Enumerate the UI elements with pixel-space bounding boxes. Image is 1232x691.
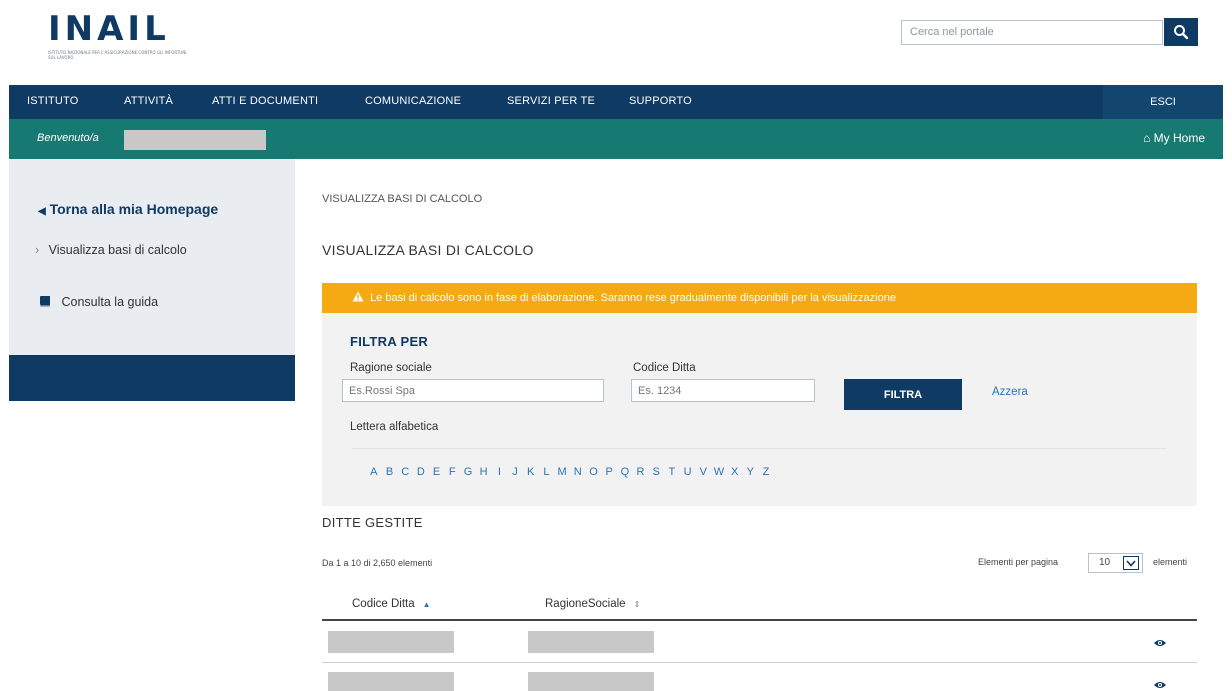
ragione-sociale-redacted [528,631,654,653]
chevron-left-icon: ◀ [38,206,46,217]
search-button[interactable] [1164,18,1198,46]
per-page-label: Elementi per pagina [978,557,1059,567]
letter-a[interactable]: A [366,466,382,478]
page-title: VISUALIZZA BASI DI CALCOLO [322,242,534,258]
letter-u[interactable]: U [680,466,696,478]
eye-icon[interactable] [1153,680,1167,690]
letter-l[interactable]: L [539,466,555,478]
home-icon: ⌂ [1143,131,1151,145]
letter-r[interactable]: R [633,466,649,478]
sort-asc-icon: ▲ [422,600,431,609]
letter-t[interactable]: T [664,466,680,478]
my-home-label: My Home [1153,131,1205,145]
chevron-right-icon: › [35,243,40,257]
warning-icon [352,291,364,302]
nav-istituto[interactable]: ISTITUTO [27,95,79,107]
alphabet-divider [352,448,1167,449]
warning-alert: Le basi di calcolo sono in fase di elabo… [322,283,1197,313]
letter-i[interactable]: I [492,466,508,478]
letter-w[interactable]: W [711,466,727,478]
letter-b[interactable]: B [382,466,398,478]
back-homepage-link[interactable]: ◀ Torna alla mia Homepage [38,201,218,217]
codice-ditta-redacted [328,631,454,653]
nav-servizi[interactable]: SERVIZI PER TE [507,95,595,107]
filter-button[interactable]: FILTRA [844,379,962,410]
letter-h[interactable]: H [476,466,492,478]
nav-atti-documenti[interactable]: ATTI E DOCUMENTI [212,95,318,107]
sidebar: ◀ Torna alla mia Homepage › Visualizza b… [9,159,295,355]
letter-k[interactable]: K [523,466,539,478]
letter-z[interactable]: Z [758,466,774,478]
letter-d[interactable]: D [413,466,429,478]
sort-icon: ⇕ [633,600,641,609]
sidebar-item-label: Visualizza basi di calcolo [48,243,187,257]
ragione-sociale-redacted [528,672,654,691]
logo-text: INAIL [48,9,170,49]
my-home-link[interactable]: ⌂ My Home [1143,131,1205,145]
guide-label: Consulta la guida [61,295,159,309]
codice-ditta-label: Codice Ditta [633,362,696,374]
filter-title: FILTRA PER [350,334,429,349]
nav-attivita[interactable]: ATTIVITÀ [124,95,173,107]
book-icon [40,296,50,307]
letter-n[interactable]: N [570,466,586,478]
reset-link[interactable]: Azzera [992,386,1028,398]
table-header-divider [322,619,1197,621]
chevron-down-icon [1123,556,1139,570]
ragione-sociale-label: Ragione sociale [350,362,432,374]
nav-comunicazione[interactable]: COMUNICAZIONE [365,95,461,107]
letter-f[interactable]: F [444,466,460,478]
letter-s[interactable]: S [648,466,664,478]
letter-y[interactable]: Y [743,466,759,478]
letter-p[interactable]: P [601,466,617,478]
letter-c[interactable]: C [397,466,413,478]
letter-q[interactable]: Q [617,466,633,478]
logout-button[interactable]: ESCI [1103,85,1223,119]
letter-x[interactable]: X [727,466,743,478]
logo-subtitle: ISTITUTO NAZIONALE PER L'ASSICURAZIONE C… [48,50,187,60]
welcome-label: Benvenuto/a [37,132,99,144]
search-input[interactable]: Cerca nel portale [901,20,1163,45]
letter-e[interactable]: E [429,466,445,478]
search-icon [1174,25,1189,40]
ditte-gestite-title: DITTE GESTITE [322,515,423,530]
letter-j[interactable]: J [507,466,523,478]
letter-v[interactable]: V [695,466,711,478]
breadcrumb: VISUALIZZA BASI DI CALCOLO [322,193,483,205]
alert-text: Le basi di calcolo sono in fase di elabo… [370,292,896,304]
alphabet-filter: A B C D E F G H I J K L M N O P Q R S T … [366,466,774,478]
sidebar-footer-bar [9,355,295,401]
user-name-redacted [124,130,266,150]
ragione-sociale-input[interactable]: Es.Rossi Spa [342,379,604,402]
alphabet-label: Lettera alfabetica [350,421,439,433]
sidebar-guide-link[interactable]: Consulta la guida [39,295,158,309]
sidebar-item-basi-calcolo[interactable]: › Visualizza basi di calcolo [35,243,187,257]
per-page-select[interactable]: 10 [1088,553,1143,573]
results-count: Da 1 a 10 di 2,650 elementi [322,558,433,568]
column-header-codice-ditta[interactable]: Codice Ditta ▲ [352,598,431,610]
inail-logo[interactable]: INAIL ISTITUTO NAZIONALE PER L'ASSICURAZ… [48,12,208,66]
per-page-value: 10 [1099,557,1111,568]
filter-panel: FILTRA PER Ragione sociale Es.Rossi Spa … [322,313,1197,506]
top-navigation: ISTITUTO ATTIVITÀ ATTI E DOCUMENTI COMUN… [9,85,1223,119]
codice-ditta-redacted [328,672,454,691]
per-page-suffix: elementi [1153,557,1188,567]
row-divider [322,662,1197,663]
column-header-label: Codice Ditta [352,598,415,610]
letter-o[interactable]: O [586,466,602,478]
codice-ditta-input[interactable]: Es. 1234 [631,379,815,402]
nav-supporto[interactable]: SUPPORTO [629,95,692,107]
eye-icon[interactable] [1153,638,1167,648]
column-header-ragione-sociale[interactable]: RagioneSociale ⇕ [545,598,640,610]
column-header-label: RagioneSociale [545,598,626,610]
letter-m[interactable]: M [554,466,570,478]
welcome-bar: Benvenuto/a ⌂ My Home [9,119,1223,159]
back-homepage-label: Torna alla mia Homepage [49,201,219,217]
letter-g[interactable]: G [460,466,476,478]
